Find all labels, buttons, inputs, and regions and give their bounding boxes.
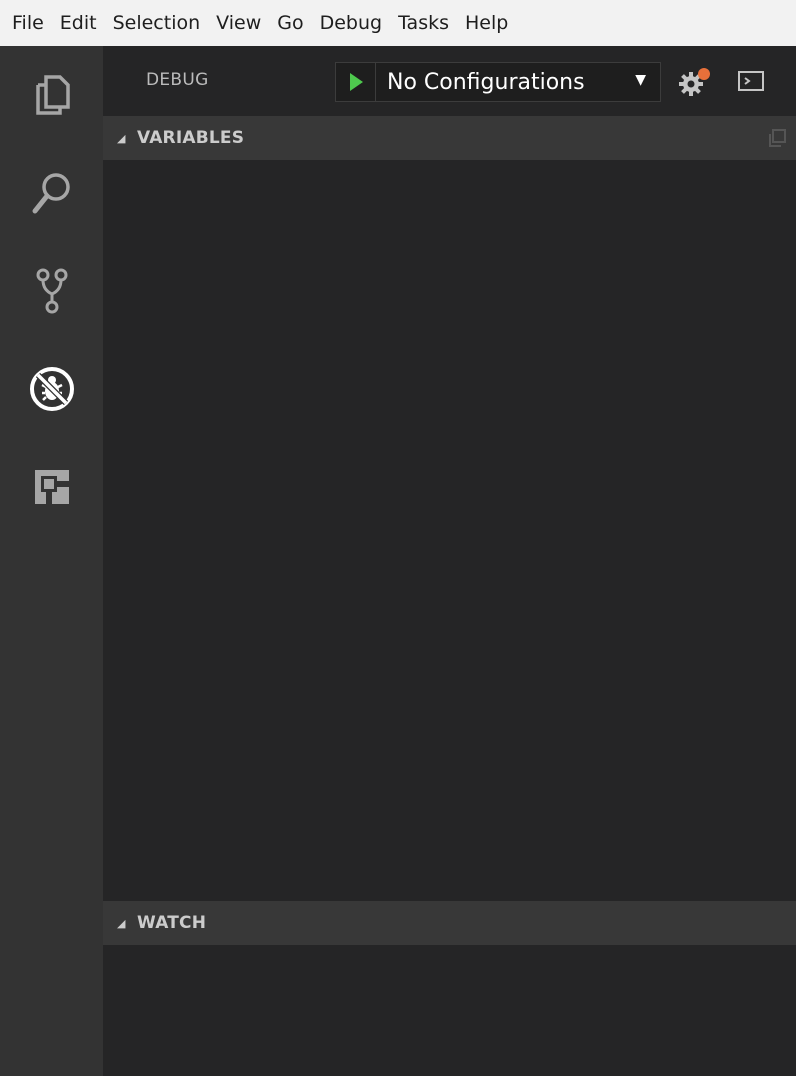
start-debugging-button[interactable] — [336, 63, 376, 101]
debug-title: DEBUG — [146, 70, 209, 90]
play-icon — [349, 73, 363, 91]
menu-selection[interactable]: Selection — [105, 0, 209, 46]
gear-icon — [679, 68, 710, 96]
explorer-icon[interactable] — [0, 46, 103, 144]
menu-tasks[interactable]: Tasks — [390, 0, 457, 46]
menu-file[interactable]: File — [4, 0, 52, 46]
activity-bar — [0, 46, 103, 1076]
collapse-all-icon[interactable] — [766, 127, 788, 149]
menu-view[interactable]: View — [208, 0, 269, 46]
debug-header: DEBUG No Configurations ▼ — [103, 46, 796, 116]
menu-help[interactable]: Help — [457, 0, 516, 46]
menu-debug[interactable]: Debug — [312, 0, 390, 46]
debug-console-button[interactable] — [737, 68, 769, 98]
menu-edit[interactable]: Edit — [52, 0, 105, 46]
variables-section-header[interactable]: ◢ VARIABLES — [103, 116, 796, 160]
configuration-label: No Configurations — [387, 69, 585, 95]
menu-bar: File Edit Selection View Go Debug Tasks … — [0, 0, 796, 46]
open-launch-json-button[interactable] — [677, 64, 713, 100]
source-control-icon[interactable] — [0, 242, 103, 340]
watch-section-header[interactable]: ◢ WATCH — [103, 901, 796, 945]
debug-icon[interactable] — [0, 340, 103, 438]
expanded-triangle-icon: ◢ — [117, 131, 126, 145]
search-icon[interactable] — [0, 144, 103, 242]
configuration-select[interactable]: No Configurations ▼ — [376, 63, 660, 101]
watch-title: WATCH — [137, 913, 207, 933]
debug-sidebar: DEBUG No Configurations ▼ ◢ VARIABLES ◢ … — [103, 46, 796, 1076]
dropdown-arrow-icon: ▼ — [635, 72, 646, 88]
terminal-icon — [738, 71, 764, 91]
expanded-triangle-icon: ◢ — [117, 916, 126, 930]
menu-go[interactable]: Go — [269, 0, 311, 46]
debug-configuration-box: No Configurations ▼ — [335, 62, 661, 102]
extensions-icon[interactable] — [0, 438, 103, 536]
variables-title: VARIABLES — [137, 128, 245, 148]
